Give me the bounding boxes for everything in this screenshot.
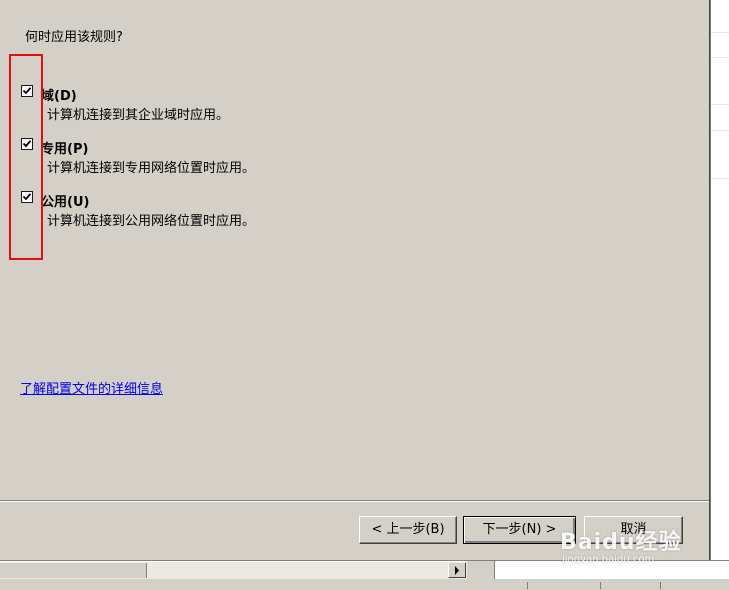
question-heading: 何时应用该规则? <box>25 30 123 45</box>
watermark-url: jingyan.baidu.com <box>562 554 655 565</box>
status-divider <box>600 582 601 589</box>
list-row-divider <box>711 104 729 105</box>
wizard-dialog: 何时应用该规则? 域(D) 计算机连接到其企业域时应用。 专用(P) 计算机连接… <box>0 0 710 560</box>
horizontal-scrollbar[interactable] <box>0 561 467 579</box>
list-row-divider <box>711 130 729 131</box>
back-button[interactable]: < 上一步(B) <box>359 516 457 544</box>
red-highlight-annotation <box>9 54 43 260</box>
list-row-divider <box>711 57 729 58</box>
button-separator <box>0 500 709 502</box>
background-list-pane <box>710 0 729 560</box>
status-cells <box>494 580 729 589</box>
private-description: 计算机连接到专用网络位置时应用。 <box>47 161 256 176</box>
scroll-right-arrow[interactable] <box>448 563 466 578</box>
public-label[interactable]: 公用(U) <box>41 191 89 210</box>
baidu-watermark: Baidu经验 jingyan.baidu.com <box>560 524 682 565</box>
public-description: 计算机连接到公用网络位置时应用。 <box>47 214 256 229</box>
watermark-brand: Baidu经验 <box>560 530 682 555</box>
status-divider <box>660 582 661 589</box>
domain-label[interactable]: 域(D) <box>41 85 77 104</box>
domain-description: 计算机连接到其企业域时应用。 <box>47 108 230 123</box>
list-row-divider <box>711 32 729 33</box>
profile-info-link[interactable]: 了解配置文件的详细信息 <box>20 378 163 397</box>
list-row-divider <box>711 178 729 179</box>
arrow-right-icon <box>455 566 459 575</box>
status-divider <box>527 582 528 589</box>
scrollbar-thumb[interactable] <box>0 563 147 578</box>
private-label[interactable]: 专用(P) <box>41 138 88 157</box>
